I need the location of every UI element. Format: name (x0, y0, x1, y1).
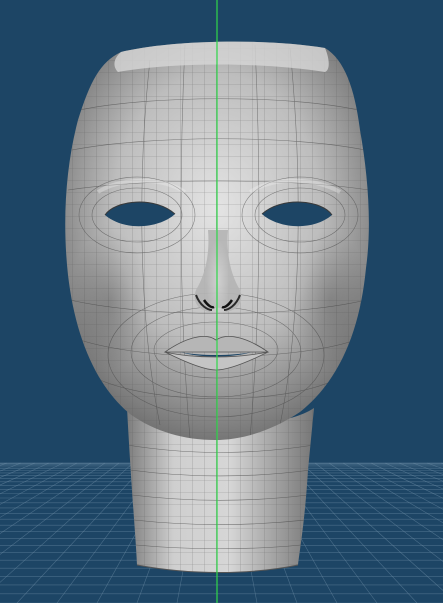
3d-viewport[interactable] (0, 0, 443, 603)
viewport-canvas[interactable] (0, 0, 443, 603)
